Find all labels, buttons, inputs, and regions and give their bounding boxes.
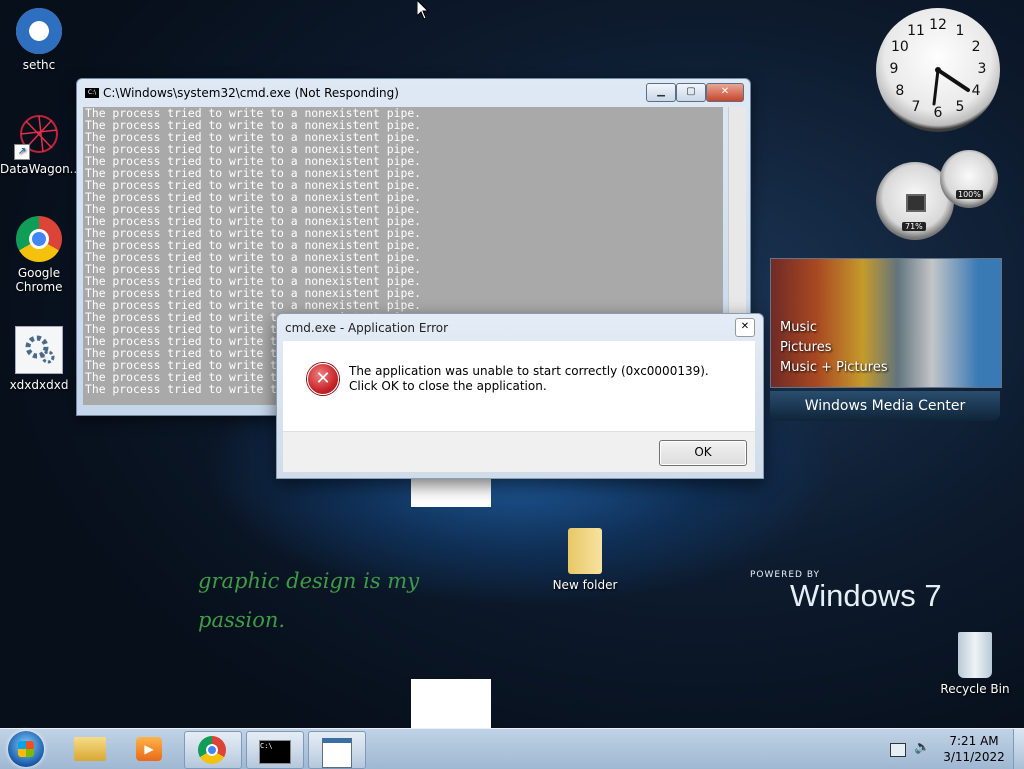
desktop-icon-recycle-bin[interactable]: Recycle Bin (936, 632, 1014, 696)
clock-number: 5 (955, 99, 965, 116)
clock-gadget[interactable]: 12 1 2 3 4 5 6 7 8 9 10 11 (876, 8, 1000, 132)
error-message: The application was unable to start corr… (349, 364, 709, 393)
menu-item-music-pictures[interactable]: Music + Pictures (780, 358, 888, 378)
windows-7-logo-text: Windows 7 (790, 578, 942, 613)
volume-icon[interactable]: 🔈 (914, 740, 930, 755)
cmd-icon: C:\ (85, 88, 99, 98)
system-clock[interactable]: 7:21 AM 3/11/2022 (936, 733, 1012, 765)
desktop-icon-google-chrome[interactable]: Google Chrome (0, 216, 78, 294)
show-desktop-button[interactable] (1013, 729, 1024, 769)
render-artifact (411, 679, 491, 728)
clock-number: 11 (907, 22, 925, 39)
taskbar-cmd-button[interactable]: C:\ (246, 731, 304, 769)
error-dialog-footer: OK (283, 431, 755, 472)
wallpaper-text-line2: passion. (198, 608, 286, 632)
clock-number: 1 (955, 22, 965, 39)
clock-date: 3/11/2022 (943, 750, 1005, 764)
chrome-icon (198, 736, 226, 764)
windows-logo-icon (18, 741, 34, 757)
menu-item-music[interactable]: Music (780, 318, 888, 338)
accessibility-icon (16, 8, 62, 54)
taskbar-media-player-button[interactable]: ▶ (122, 731, 178, 767)
desktop-icon-label: sethc (22, 58, 56, 72)
clock-number: 9 (889, 61, 899, 77)
dialog-close-button[interactable]: ✕ (735, 318, 755, 337)
render-artifact (411, 477, 491, 507)
desktop-icon-new-folder[interactable]: New folder (546, 528, 624, 592)
clock-number: 10 (890, 39, 909, 55)
desktop-icon-label: Recycle Bin (940, 682, 1010, 696)
taskbar-explorer-button[interactable] (62, 731, 118, 767)
cmd-icon: C:\ (259, 740, 291, 764)
windows-branding: POWERED BY Windows 7 (750, 570, 942, 614)
memory-meter-gadget[interactable]: 100% (940, 150, 998, 208)
start-button[interactable] (8, 731, 44, 767)
desktop-icon-datawagon[interactable]: ↗ DataWagon... (0, 112, 82, 176)
memory-percent: 100% (956, 190, 983, 199)
desktop-icon-label: xdxdxdxd (9, 378, 69, 392)
cpu-chip-icon (906, 194, 926, 212)
menu-item-pictures[interactable]: Pictures (780, 338, 888, 358)
recycle-bin-icon (958, 632, 992, 678)
media-center-gadget[interactable]: Music Pictures Music + Pictures Windows … (770, 258, 1002, 422)
clock-number: 12 (929, 17, 947, 33)
network-icon[interactable] (890, 743, 906, 757)
cmd-window-title: C:\Windows\system32\cmd.exe (Not Respond… (103, 86, 399, 100)
clock-time: 7:21 AM (949, 734, 999, 748)
error-dialog[interactable]: cmd.exe - Application Error ✕ ✕ The appl… (276, 313, 764, 479)
maximize-button[interactable]: ▢ (676, 83, 706, 102)
close-button[interactable]: ✕ (706, 83, 744, 102)
media-center-title[interactable]: Windows Media Center (770, 391, 1000, 421)
media-player-icon: ▶ (136, 737, 162, 761)
taskbar-app-button[interactable] (308, 731, 366, 769)
clock-number: 8 (895, 83, 905, 99)
clock-number: 3 (977, 61, 987, 77)
cpu-percent: 71% (902, 222, 926, 231)
shortcut-arrow-icon: ↗ (14, 144, 30, 160)
mouse-cursor-icon (417, 0, 429, 20)
desktop-icon-sethc[interactable]: sethc (0, 8, 78, 72)
cmd-titlebar[interactable]: C:\ C:\Windows\system32\cmd.exe (Not Res… (77, 79, 750, 107)
taskbar-chrome-button[interactable] (184, 731, 242, 769)
minimize-button[interactable]: ▁ (646, 83, 676, 102)
error-icon: ✕ (307, 363, 339, 395)
desktop-icon-xdxdxdxd[interactable]: xdxdxdxd (0, 326, 78, 392)
clock-number: 7 (911, 99, 921, 116)
datawagon-icon: ↗ (14, 112, 62, 160)
desktop-icon-label: New folder (552, 578, 618, 592)
desktop-icon-label: Google Chrome (15, 266, 63, 294)
wallpaper-text-line1: graphic design is my (198, 569, 420, 593)
error-dialog-title: cmd.exe - Application Error (285, 321, 449, 335)
chrome-icon (16, 216, 62, 262)
desktop-icon-label: DataWagon... (0, 162, 82, 176)
ok-button[interactable]: OK (659, 440, 747, 466)
wallpaper-text: graphic design is my passion. (198, 562, 419, 640)
clock-number: 2 (971, 39, 981, 55)
clock-number: 6 (933, 105, 943, 121)
folder-icon (568, 528, 602, 574)
taskbar: ▶ C:\ 🔈 7:21 AM 3/11/2022 (0, 728, 1024, 769)
error-dialog-body: ✕ The application was unable to start co… (283, 341, 755, 431)
window-app-icon (322, 738, 352, 768)
clock-number: 4 (971, 83, 981, 99)
folder-icon (74, 737, 106, 761)
media-center-menu: Music Pictures Music + Pictures (780, 318, 888, 378)
gear-icon (15, 326, 63, 374)
